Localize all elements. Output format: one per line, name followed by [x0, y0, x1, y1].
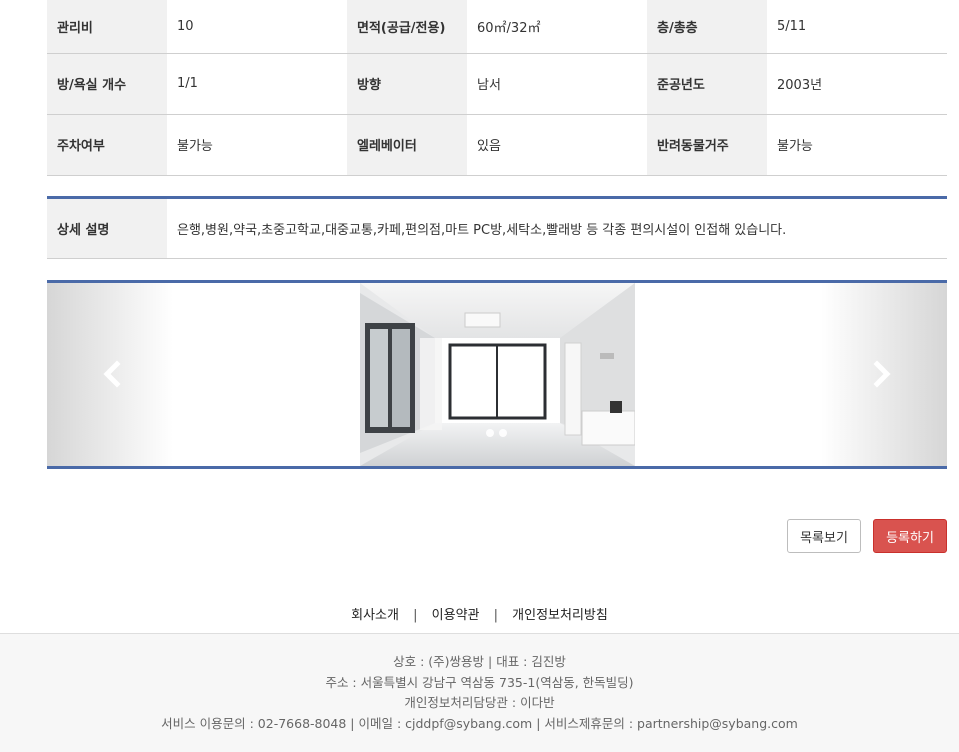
table-row: 관리비 10 면적(공급/전용) 60㎡/32㎡ 층/총층 5/11 [47, 0, 947, 54]
built-year-value: 2003년 [767, 53, 947, 115]
area-label: 면적(공급/전용) [347, 0, 467, 54]
parking-label: 주차여부 [47, 114, 167, 176]
table-row: 방/욕실 개수 1/1 방향 남서 준공년도 2003년 [47, 53, 947, 115]
gallery-prev-button[interactable] [98, 359, 128, 389]
footer-link-terms[interactable]: 이용약관 [432, 608, 480, 623]
floor-value: 5/11 [767, 0, 947, 54]
footer-company-line: 상호 : (주)쌍용방 | 대표 : 김진방 [393, 654, 566, 669]
parking-value: 불가능 [167, 114, 347, 176]
maintenance-fee-label: 관리비 [47, 0, 167, 54]
photo-gallery [47, 280, 947, 469]
area-value: 60㎡/32㎡ [467, 0, 647, 54]
rooms-label: 방/욕실 개수 [47, 53, 167, 115]
room-photo [360, 283, 635, 466]
rooms-value: 1/1 [167, 53, 347, 115]
floor-label: 층/총층 [647, 0, 767, 54]
pets-label: 반려동물거주 [647, 114, 767, 176]
chevron-right-icon [873, 360, 891, 388]
gallery-next-button[interactable] [866, 359, 896, 389]
direction-value: 남서 [467, 53, 647, 115]
footer-address-line: 주소 : 서울특별시 강남구 역삼동 735-1(역삼동, 한독빌딩) [325, 674, 634, 690]
property-info-table: 관리비 10 면적(공급/전용) 60㎡/32㎡ 층/총층 5/11 방/욕실 … [47, 0, 947, 176]
footer-links: 회사소개 | 이용약관 | 개인정보처리방침 [0, 604, 959, 623]
list-button[interactable]: 목록보기 [787, 519, 861, 553]
direction-label: 방향 [347, 53, 467, 115]
maintenance-fee-value: 10 [167, 0, 347, 54]
elevator-label: 엘레베이터 [347, 114, 467, 176]
chevron-left-icon [103, 360, 121, 388]
footer-separator: | [413, 608, 418, 623]
built-year-label: 준공년도 [647, 53, 767, 115]
register-button[interactable]: 등록하기 [873, 519, 947, 553]
table-row: 주차여부 불가능 엘레베이터 있음 반려동물거주 불가능 [47, 114, 947, 176]
footer-info: 상호 : (주)쌍용방 | 대표 : 김진방 주소 : 서울특별시 강남구 역삼… [0, 633, 959, 752]
footer-separator: | [493, 608, 499, 623]
footer-contact-line: 서비스 이용문의 : 02-7668-8048 | 이메일 : cjddpf@s… [161, 715, 798, 731]
detail-description-table: 상세 설명 은행,병원,약국,초중고학교,대중교통,카페,편의점,마트 PC방,… [47, 196, 947, 259]
room-photo-image [360, 283, 635, 466]
detail-value: 은행,병원,약국,초중고학교,대중교통,카페,편의점,마트 PC방,세탁소,빨래… [167, 197, 947, 259]
footer-link-privacy[interactable]: 개인정보처리방침 [512, 608, 608, 623]
pets-value: 불가능 [767, 114, 947, 176]
detail-label: 상세 설명 [47, 197, 167, 259]
elevator-value: 있음 [467, 114, 647, 176]
footer-link-company[interactable]: 회사소개 [351, 608, 399, 623]
table-row: 상세 설명 은행,병원,약국,초중고학교,대중교통,카페,편의점,마트 PC방,… [47, 197, 947, 259]
footer-privacy-officer-line: 개인정보처리담당관 : 이다반 [404, 695, 555, 710]
